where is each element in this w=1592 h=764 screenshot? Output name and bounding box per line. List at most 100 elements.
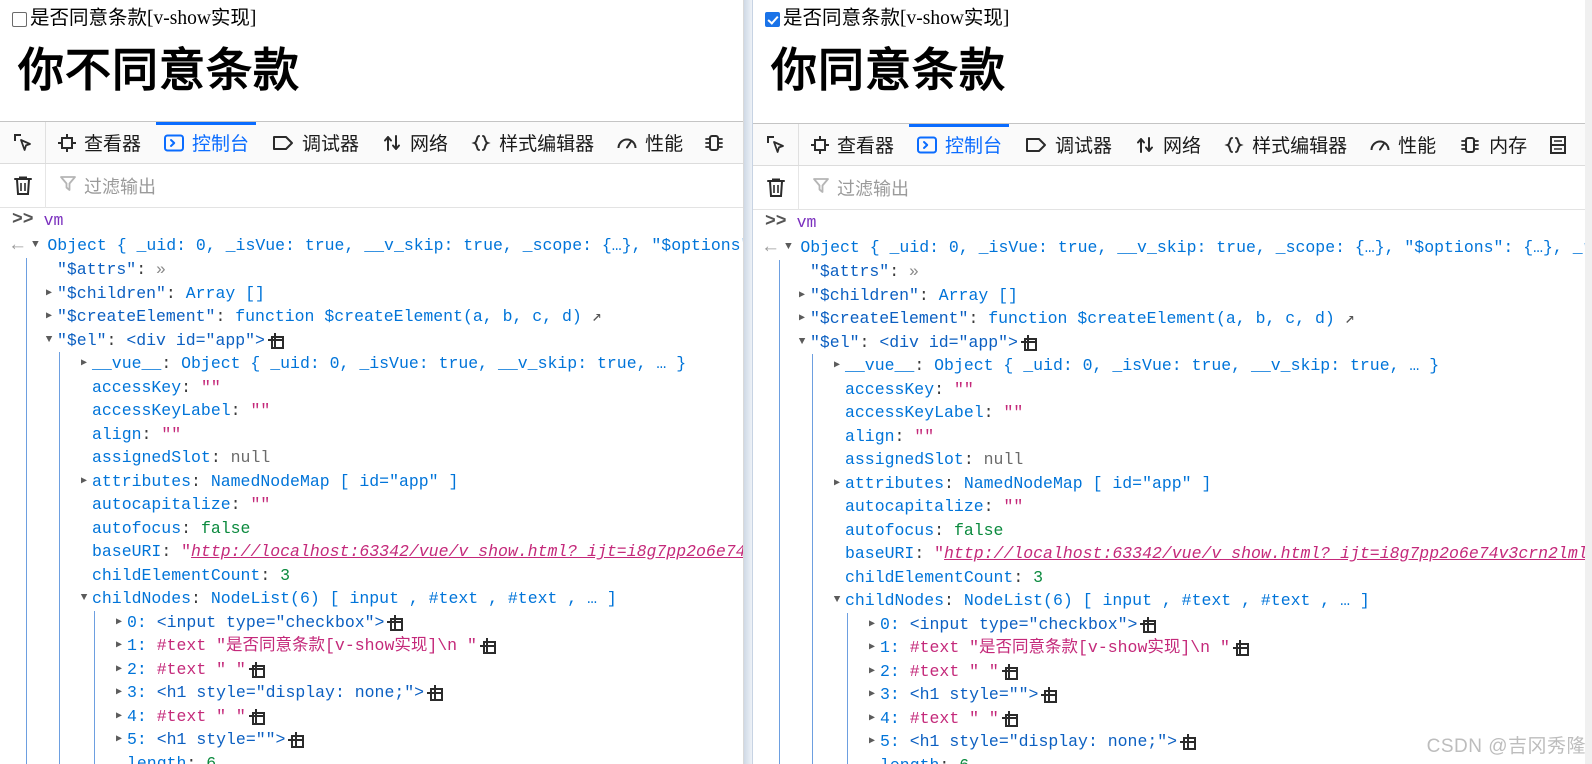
tab-inspector[interactable]: 查看器	[46, 122, 152, 163]
tree-row[interactable]: ▶ attributes: NamedNodeMap [ id="app" ]	[76, 470, 743, 494]
element-picker-icon[interactable]	[753, 124, 799, 165]
tree-row[interactable]: ▶ 3: <h1 style="display: none;">	[111, 681, 743, 705]
tree-row[interactable]: ▶ "$children": Array []	[41, 282, 743, 306]
element-picker-icon[interactable]	[0, 122, 46, 163]
tree-row[interactable]: childElementCount: 3	[829, 566, 1592, 590]
tree-row[interactable]: assignedSlot: null	[76, 446, 743, 470]
tree-row[interactable]: ▶ 1: #text "是否同意条款[v-show实现]\n "	[111, 634, 743, 658]
tree-row[interactable]: ▶ 5: <h1 style="">	[111, 728, 743, 752]
select-node-icon[interactable]	[1020, 334, 1037, 351]
tree-row[interactable]: "$attrs": »	[41, 258, 743, 282]
tab-inspector[interactable]: 查看器	[799, 124, 905, 165]
select-node-icon[interactable]	[387, 614, 404, 631]
tree-row[interactable]: assignedSlot: null	[829, 448, 1592, 472]
tab-performance[interactable]: 性能	[1358, 124, 1447, 165]
tree-row[interactable]: autofocus: false	[76, 517, 743, 541]
tree-row[interactable]: accessKey: ""	[829, 378, 1592, 402]
split-console-icon[interactable]	[1538, 124, 1578, 165]
select-node-icon[interactable]	[1180, 734, 1197, 751]
tree-row[interactable]: autocapitalize: ""	[76, 493, 743, 517]
agree-checkbox-left[interactable]	[12, 12, 27, 28]
tree-row[interactable]: ▼ childNodes: NodeList(6) [ input , #text…	[829, 589, 1592, 613]
tree-row[interactable]: accessKeyLabel: ""	[76, 399, 743, 423]
tab-debugger[interactable]: 调试器	[1013, 124, 1123, 165]
vertical-scrollbar[interactable]	[1585, 0, 1592, 764]
braces-icon	[470, 133, 492, 153]
tree-row[interactable]: ▶ 0: <input type="checkbox">	[864, 613, 1592, 637]
tree-row[interactable]: baseURI: " http://localhost:63342/vue/v_s…	[76, 540, 743, 564]
prop-value: false	[200, 518, 251, 538]
prop-value: ""	[953, 379, 974, 399]
select-node-icon[interactable]	[248, 708, 265, 725]
tree-row[interactable]: ▶ __vue__: Object { _uid: 0, _isVue: true…	[76, 352, 743, 376]
prop-value: ""	[1003, 403, 1024, 422]
tree-row[interactable]: ▼ childNodes: NodeList(6) [ input , #text…	[76, 587, 743, 611]
tab-performance[interactable]: 性能	[605, 122, 694, 163]
expand-twisty-icon[interactable]: ▼	[29, 234, 41, 257]
tree-row[interactable]: ▶ "$createElement": function $createEleme…	[41, 305, 743, 329]
tree-row[interactable]: ▶ attributes: NamedNodeMap [ id="app" ]	[829, 472, 1592, 496]
tree-row[interactable]: ▶ 2: #text " "	[111, 658, 743, 682]
tree-row[interactable]: ▶ 4: #text " "	[864, 707, 1592, 731]
tree-row[interactable]: ▼ "$el": <div id="app">	[794, 331, 1592, 355]
select-node-icon[interactable]	[288, 732, 305, 749]
child-index: 3:	[880, 685, 900, 704]
tree-row[interactable]: accessKey: ""	[76, 376, 743, 400]
memory-icon[interactable]	[694, 122, 734, 163]
tree-row[interactable]: ▶ 4: #text " "	[111, 705, 743, 729]
inspector-icon	[810, 135, 830, 155]
tab-network[interactable]: 网络	[1123, 124, 1212, 165]
tree-row[interactable]: ▶ "$createElement": function $createEleme…	[794, 307, 1592, 331]
agree-checkbox-row-right[interactable]: 是否同意条款[v-show实现]	[765, 8, 1592, 29]
select-node-icon[interactable]	[1001, 710, 1018, 727]
tab-network[interactable]: 网络	[370, 122, 459, 163]
select-node-icon[interactable]	[1001, 663, 1018, 680]
tab-debugger[interactable]: 调试器	[260, 122, 370, 163]
child-value: #text "是否同意条款[v-show实现]\n "	[909, 638, 1230, 657]
baseuri-link-right[interactable]: http://localhost:63342/vue/v_show.html?_…	[944, 542, 1592, 566]
trash-icon[interactable]	[0, 163, 46, 208]
tree-row[interactable]: ▶ 2: #text " "	[864, 660, 1592, 684]
tree-row[interactable]: baseURI: " http://localhost:63342/vue/v_s…	[829, 542, 1592, 566]
filter-output-field-right[interactable]: 过滤输出	[799, 175, 909, 201]
baseuri-link-left[interactable]: http://localhost:63342/vue/v_show.html?_…	[191, 540, 743, 564]
tree-row[interactable]: autocapitalize: ""	[829, 495, 1592, 519]
select-node-icon[interactable]	[427, 685, 444, 702]
trash-icon[interactable]	[753, 165, 799, 210]
child-index: 5:	[127, 730, 147, 749]
tab-style-editor[interactable]: 样式编辑器	[459, 122, 605, 163]
console-input-row-left[interactable]: >> vm	[0, 208, 743, 234]
select-node-icon[interactable]	[1140, 616, 1157, 633]
expand-twisty-icon[interactable]: ▼	[782, 236, 794, 259]
agree-checkbox-right[interactable]	[765, 12, 780, 28]
select-node-icon[interactable]	[479, 638, 496, 655]
select-node-icon[interactable]	[267, 332, 284, 349]
select-node-icon[interactable]	[1232, 640, 1249, 657]
tree-row[interactable]: autofocus: false	[829, 519, 1592, 543]
tree-row[interactable]: accessKeyLabel: ""	[829, 401, 1592, 425]
tree-row[interactable]: "$attrs": »	[794, 260, 1592, 284]
select-node-icon[interactable]	[248, 661, 265, 678]
tree-row[interactable]: ▼ "$el": <div id="app">	[41, 329, 743, 353]
prop-key: accessKey	[845, 379, 935, 399]
tab-memory[interactable]: 内存	[1447, 124, 1538, 165]
prop-key: align	[845, 426, 895, 446]
tree-row[interactable]: ▶ 1: #text "是否同意条款[v-show实现]\n "	[864, 636, 1592, 660]
tree-row[interactable]: childElementCount: 3	[76, 564, 743, 588]
tree-row[interactable]: ▶ 3: <h1 style="">	[864, 683, 1592, 707]
tab-console[interactable]: 控制台	[152, 122, 260, 163]
console-input-row-right[interactable]: >> vm	[753, 210, 1592, 236]
result-header-left[interactable]: ← ▼ Object { _uid: 0, _isVue: true, __v_…	[12, 234, 743, 258]
tree-row[interactable]: align: ""	[76, 423, 743, 447]
object-summary-right: Object { _uid: 0, _isVue: true, __v_skip…	[800, 238, 1592, 257]
filter-output-field-left[interactable]: 过滤输出	[46, 173, 156, 199]
select-node-icon[interactable]	[1041, 687, 1058, 704]
tree-row[interactable]: ▶ 0: <input type="checkbox">	[111, 611, 743, 635]
tree-row[interactable]: align: ""	[829, 425, 1592, 449]
tree-row[interactable]: ▶ "$children": Array []	[794, 284, 1592, 308]
result-header-right[interactable]: ← ▼ Object { _uid: 0, _isVue: true, __v_…	[765, 236, 1592, 260]
tab-console[interactable]: 控制台	[905, 124, 1013, 165]
tab-style-editor[interactable]: 样式编辑器	[1212, 124, 1358, 165]
agree-checkbox-row-left[interactable]: 是否同意条款[v-show实现]	[12, 8, 743, 29]
tree-row[interactable]: ▶ __vue__: Object { _uid: 0, _isVue: true…	[829, 354, 1592, 378]
